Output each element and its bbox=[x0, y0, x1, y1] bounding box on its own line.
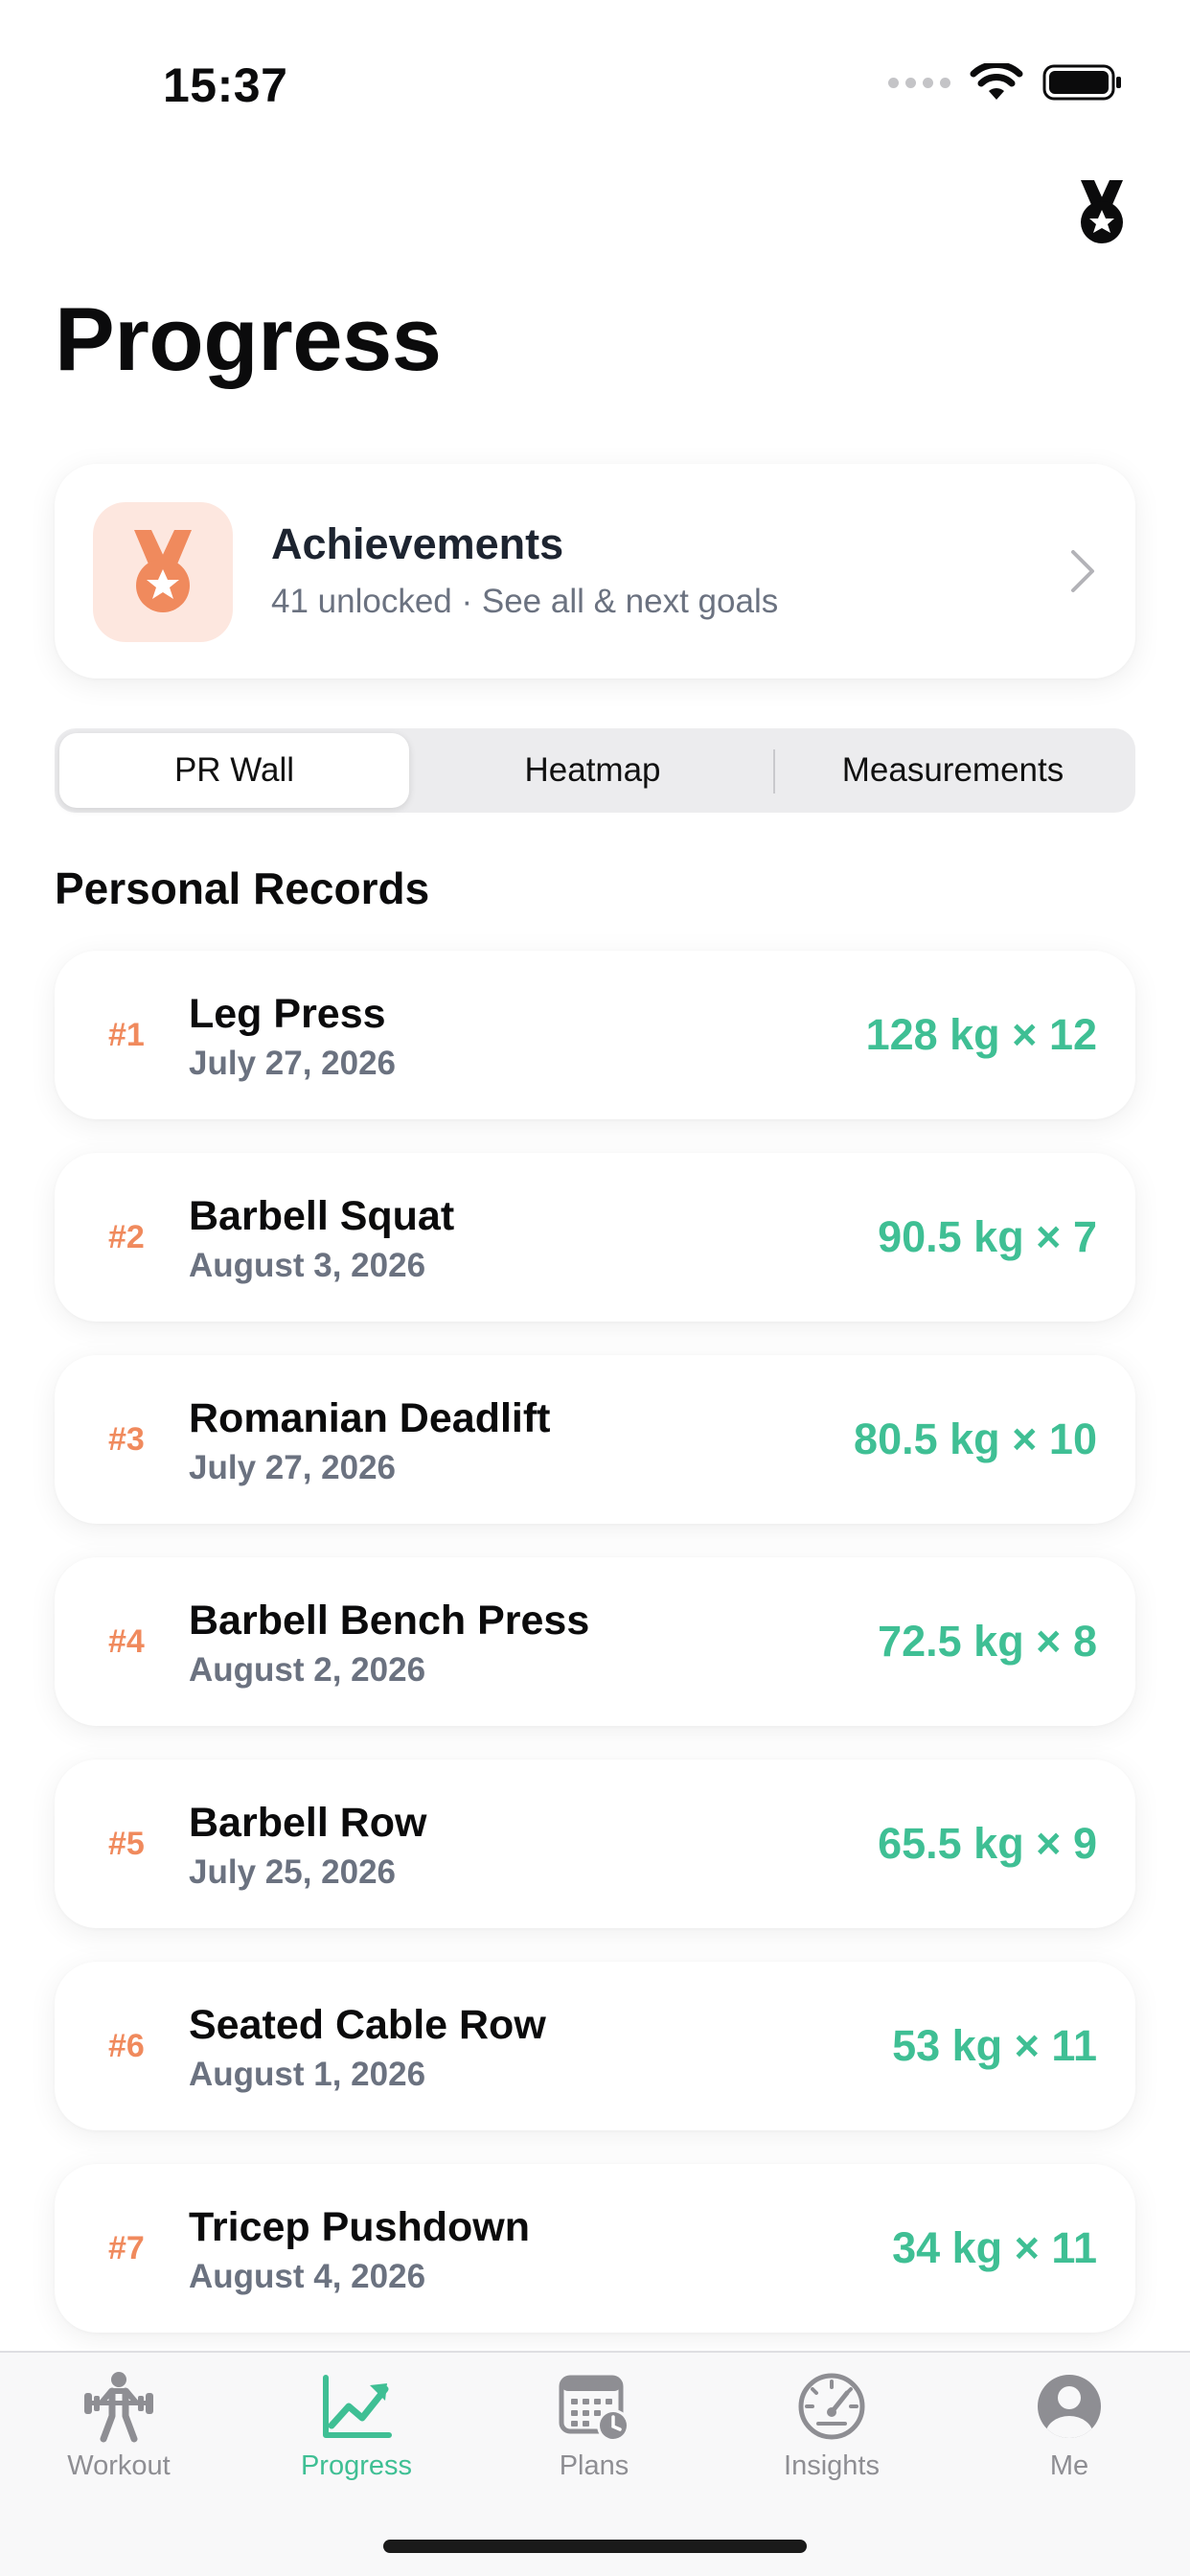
pr-exercise-name: Seated Cable Row bbox=[189, 2002, 546, 2048]
tab-me[interactable]: Me bbox=[950, 2366, 1188, 2500]
achievements-medal-button[interactable] bbox=[1067, 174, 1136, 251]
wifi-icon bbox=[970, 63, 1023, 100]
pr-rank: #4 bbox=[108, 1622, 145, 1660]
pr-date: August 4, 2026 bbox=[189, 2258, 426, 2295]
pr-exercise-name: Barbell Bench Press bbox=[189, 1598, 590, 1644]
tab-insights[interactable]: Insights bbox=[713, 2366, 950, 2500]
pr-exercise-name: Tricep Pushdown bbox=[189, 2204, 530, 2250]
progress-view-segmented-control: PR Wall Heatmap Measurements bbox=[55, 728, 1135, 813]
tab-label: Me bbox=[1049, 2450, 1089, 2481]
page-title: Progress bbox=[55, 288, 442, 389]
pr-rank: #6 bbox=[108, 2027, 145, 2064]
pr-exercise-name: Leg Press bbox=[189, 991, 386, 1037]
pr-value: 65.5 kg × 9 bbox=[878, 1819, 1097, 1868]
pr-value: 80.5 kg × 10 bbox=[854, 1414, 1097, 1463]
tab-label: Plans bbox=[559, 2450, 629, 2481]
section-title: Personal Records bbox=[55, 863, 430, 913]
status-bar: 15:37 bbox=[0, 0, 1190, 144]
tab-label: Workout bbox=[67, 2450, 171, 2481]
tab-label: Progress bbox=[300, 2450, 413, 2481]
pr-rank: #3 bbox=[108, 1420, 145, 1458]
achievements-title: Achievements bbox=[271, 519, 564, 568]
pr-value: 128 kg × 12 bbox=[865, 1010, 1097, 1059]
tab-workout[interactable]: Workout bbox=[0, 2366, 238, 2500]
pr-row[interactable]: #7 Tricep Pushdown August 4, 2026 34 kg … bbox=[55, 2164, 1135, 2333]
battery-icon bbox=[1042, 64, 1121, 101]
achievements-icon-box bbox=[93, 502, 233, 642]
pr-date: August 1, 2026 bbox=[189, 2056, 426, 2093]
app-screen: 15:37 Progress Achievements 41 unlocked … bbox=[0, 0, 1190, 2576]
pr-value: 34 kg × 11 bbox=[892, 2223, 1097, 2272]
pr-row[interactable]: #2 Barbell Squat August 3, 2026 90.5 kg … bbox=[55, 1153, 1135, 1322]
tab-label: Insights bbox=[784, 2450, 880, 2481]
segment-measurements[interactable]: Measurements bbox=[775, 733, 1131, 808]
home-indicator bbox=[383, 2540, 807, 2553]
tab-plans[interactable]: Plans bbox=[475, 2366, 713, 2500]
pr-rank: #7 bbox=[108, 2229, 145, 2266]
pr-row[interactable]: #5 Barbell Row July 25, 2026 65.5 kg × 9 bbox=[55, 1760, 1135, 1928]
chevron-right-icon bbox=[1071, 550, 1094, 592]
pr-rank: #1 bbox=[108, 1016, 145, 1053]
segment-pr-wall[interactable]: PR Wall bbox=[59, 733, 409, 808]
segment-heatmap[interactable]: Heatmap bbox=[414, 733, 771, 808]
pr-rank: #2 bbox=[108, 1218, 145, 1255]
pr-value: 72.5 kg × 8 bbox=[878, 1617, 1097, 1666]
pr-date: August 3, 2026 bbox=[189, 1247, 426, 1284]
pr-date: July 25, 2026 bbox=[189, 1853, 396, 1891]
gauge-icon bbox=[791, 2366, 872, 2447]
pr-exercise-name: Barbell Row bbox=[189, 1800, 427, 1846]
tab-progress[interactable]: Progress bbox=[238, 2366, 475, 2500]
cellular-signal-icon bbox=[888, 77, 950, 88]
medal-icon bbox=[1081, 180, 1123, 243]
person-icon bbox=[1029, 2366, 1110, 2447]
pr-date: July 27, 2026 bbox=[189, 1449, 396, 1486]
weightlifter-icon bbox=[79, 2366, 159, 2447]
status-indicators bbox=[888, 63, 1123, 102]
pr-exercise-name: Romanian Deadlift bbox=[189, 1395, 551, 1441]
pr-exercise-name: Barbell Squat bbox=[189, 1193, 455, 1239]
status-time: 15:37 bbox=[163, 58, 288, 112]
pr-rank: #5 bbox=[108, 1825, 145, 1862]
chart-line-icon bbox=[316, 2366, 397, 2447]
pr-row[interactable]: #3 Romanian Deadlift July 27, 2026 80.5 … bbox=[55, 1355, 1135, 1524]
medal-icon bbox=[134, 530, 192, 612]
pr-row[interactable]: #6 Seated Cable Row August 1, 2026 53 kg… bbox=[55, 1962, 1135, 2130]
pr-value: 90.5 kg × 7 bbox=[878, 1212, 1097, 1261]
achievements-card[interactable]: Achievements 41 unlocked · See all & nex… bbox=[55, 464, 1135, 678]
pr-date: August 2, 2026 bbox=[189, 1651, 426, 1689]
pr-date: July 27, 2026 bbox=[189, 1045, 396, 1082]
pr-row[interactable]: #1 Leg Press July 27, 2026 128 kg × 12 bbox=[55, 951, 1135, 1119]
pr-row[interactable]: #4 Barbell Bench Press August 2, 2026 72… bbox=[55, 1557, 1135, 1726]
achievements-subtitle: 41 unlocked · See all & next goals bbox=[271, 583, 779, 620]
pr-value: 53 kg × 11 bbox=[892, 2021, 1097, 2070]
calendar-clock-icon bbox=[554, 2366, 634, 2447]
